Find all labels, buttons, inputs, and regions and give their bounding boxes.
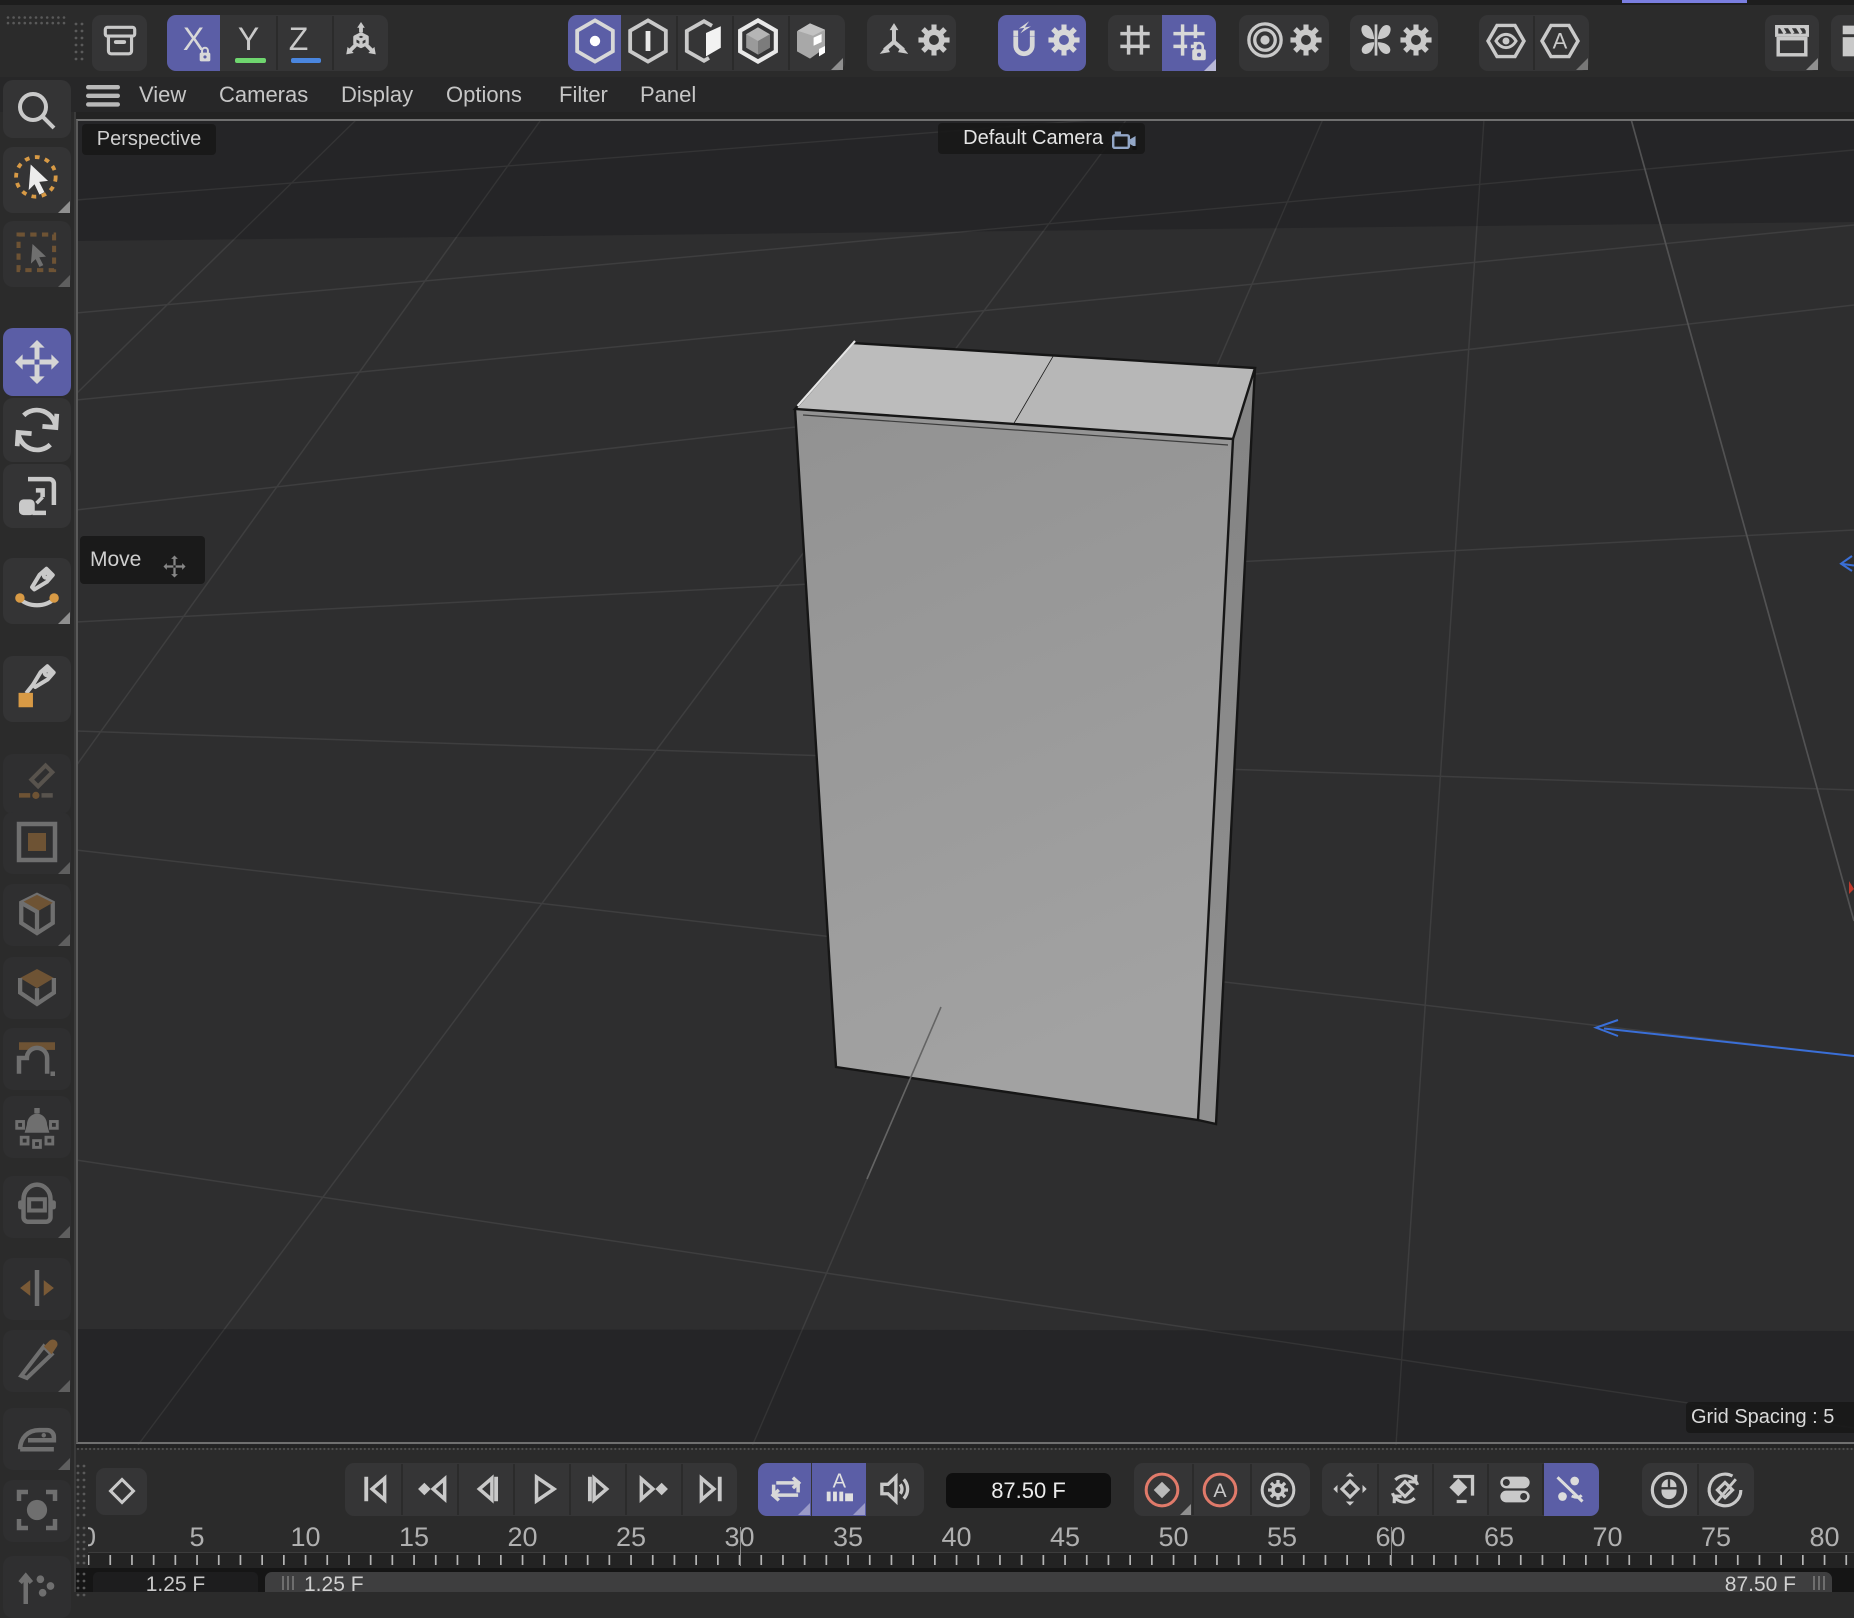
svg-text:A: A: [1553, 29, 1568, 54]
svg-text:A: A: [833, 1470, 847, 1492]
svg-text:A: A: [1213, 1480, 1227, 1502]
